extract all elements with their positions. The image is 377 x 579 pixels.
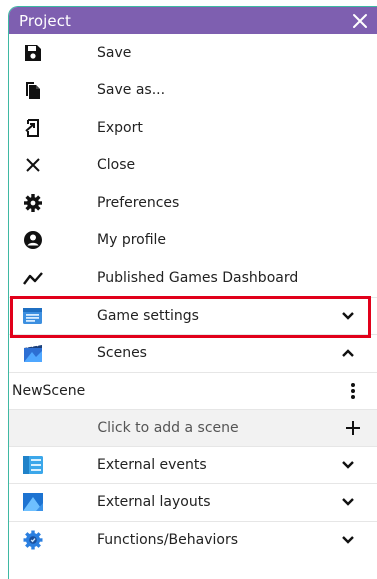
export-label: Export [97, 119, 143, 136]
chevron-up-icon[interactable] [337, 342, 359, 364]
preferences-item[interactable]: Preferences [9, 184, 377, 222]
functions-behaviors-label: Functions/Behaviors [97, 531, 239, 548]
functions-behaviors-icon [21, 528, 45, 552]
project-title: Project [19, 11, 72, 30]
scene-name: NewScene [12, 382, 86, 399]
external-layouts-icon [21, 490, 45, 514]
my-profile-label: My profile [97, 232, 167, 249]
project-menu: Save Save as... Export Close Preferences… [9, 34, 377, 558]
add-scene-label: Click to add a scene [97, 419, 239, 436]
external-layouts-label: External layouts [97, 494, 211, 511]
chevron-down-icon[interactable] [337, 305, 359, 327]
published-games-item[interactable]: Published Games Dashboard [9, 259, 377, 297]
save-as-label: Save as... [97, 82, 166, 99]
scene-item[interactable]: NewScene [9, 371, 377, 409]
preferences-label: Preferences [97, 194, 180, 211]
functions-behaviors-section[interactable]: Functions/Behaviors [9, 520, 377, 559]
save-as-item[interactable]: Save as... [9, 72, 377, 110]
project-panel: Project Save Save as... Export Close Pre… [8, 6, 377, 579]
close-item[interactable]: Close [9, 147, 377, 185]
game-settings-section[interactable]: Game settings [9, 296, 377, 335]
close-label: Close [97, 157, 136, 174]
game-settings-icon [21, 304, 45, 328]
scenes-icon [21, 341, 45, 365]
project-header: Project [9, 7, 377, 34]
export-icon [21, 116, 45, 140]
game-settings-label: Game settings [97, 307, 199, 324]
floppy-disk-icon [21, 41, 45, 65]
external-layouts-section[interactable]: External layouts [9, 483, 377, 521]
more-vertical-icon[interactable] [344, 379, 362, 403]
trend-chart-icon [21, 266, 45, 290]
scenes-section[interactable]: Scenes [9, 334, 377, 372]
scenes-label: Scenes [97, 345, 147, 362]
external-events-label: External events [97, 456, 207, 473]
plus-icon[interactable] [342, 417, 364, 439]
user-circle-icon [21, 228, 45, 252]
published-games-label: Published Games Dashboard [97, 269, 299, 286]
chevron-down-icon[interactable] [337, 491, 359, 513]
chevron-down-icon[interactable] [337, 529, 359, 551]
external-events-section[interactable]: External events [9, 445, 377, 484]
save-label: Save [97, 44, 132, 61]
export-item[interactable]: Export [9, 109, 377, 147]
chevron-down-icon[interactable] [337, 454, 359, 476]
save-item[interactable]: Save [9, 34, 377, 72]
add-scene-row[interactable]: Click to add a scene [9, 408, 377, 446]
close-x-icon [21, 153, 45, 177]
close-icon[interactable] [350, 11, 370, 31]
my-profile-item[interactable]: My profile [9, 222, 377, 260]
gear-icon [21, 191, 45, 215]
external-events-icon [21, 453, 45, 477]
copy-document-icon [21, 78, 45, 102]
